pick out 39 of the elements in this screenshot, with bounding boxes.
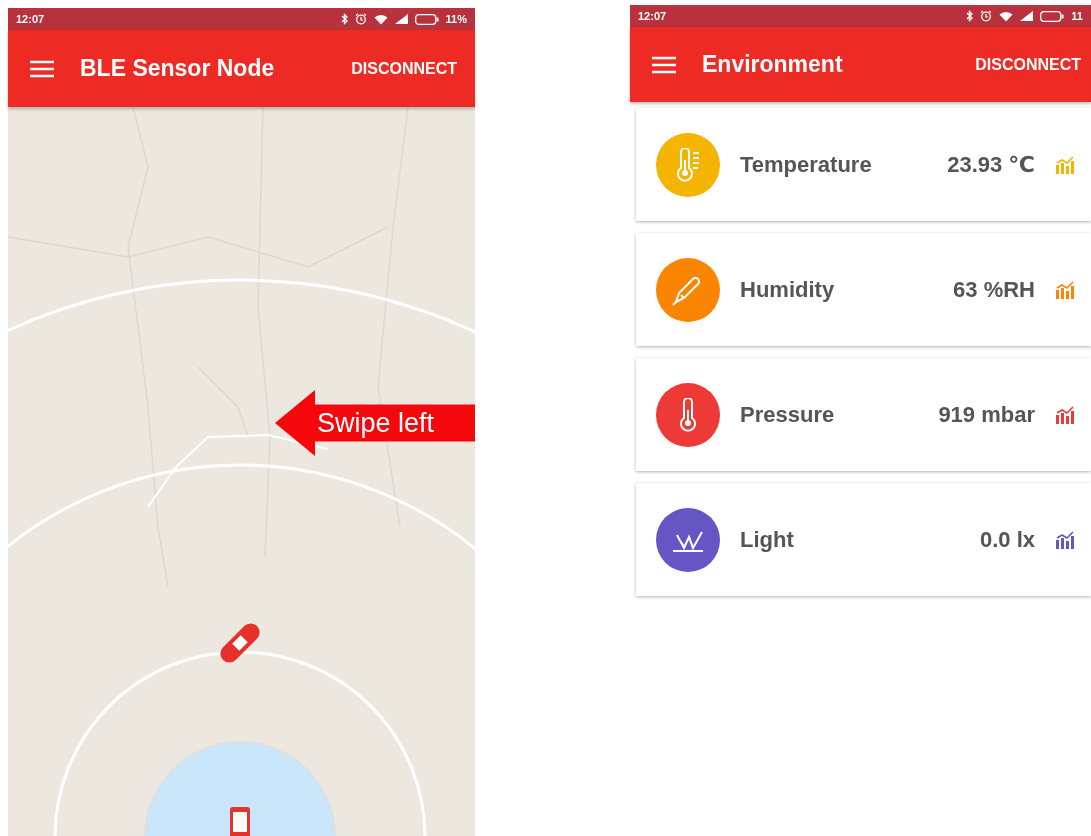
battery-percent: 11 <box>1071 10 1083 22</box>
signal-icon <box>394 14 408 24</box>
status-time: 12:07 <box>638 10 668 22</box>
thermometer-icon <box>674 147 702 182</box>
sensor-value: 919 mbar <box>938 401 1035 428</box>
phone-icon <box>230 807 250 836</box>
status-time: 12:07 <box>16 13 46 25</box>
disconnect-button[interactable]: DISCONNECT <box>349 53 459 84</box>
sensor-value: 63 %RH <box>953 276 1035 303</box>
sensor-name: Light <box>740 526 795 553</box>
signal-icon <box>1020 11 1034 21</box>
bluetooth-icon <box>966 10 974 22</box>
alarm-clock-icon <box>354 13 367 25</box>
sensor-name: Temperature <box>740 151 873 178</box>
battery-icon <box>1040 10 1065 22</box>
menu-icon[interactable] <box>652 55 676 74</box>
disconnect-button[interactable]: DISCONNECT <box>973 49 1083 80</box>
battery-icon <box>414 13 439 25</box>
alarm-clock-icon <box>980 10 993 22</box>
thermometer-icon <box>678 397 698 432</box>
screen-title: Environment <box>702 51 844 78</box>
battery-percent: 11% <box>445 13 467 25</box>
chart-icon[interactable] <box>1055 530 1075 549</box>
swipe-left-callout: Swipe left <box>275 390 475 456</box>
menu-icon[interactable] <box>30 59 54 78</box>
sensor-card[interactable]: Light 0.0 lx <box>636 483 1091 596</box>
chart-icon[interactable] <box>1055 405 1075 424</box>
wifi-icon <box>373 13 388 25</box>
bluetooth-icon <box>340 13 348 25</box>
sensor-card[interactable]: Pressure 919 mbar <box>636 358 1091 471</box>
sensor-value: 23.93 ℃ <box>947 151 1035 178</box>
chart-icon[interactable] <box>1055 280 1075 299</box>
sensor-name: Humidity <box>740 276 836 303</box>
sensor-card[interactable]: Humidity 63 %RH <box>636 233 1091 346</box>
wifi-icon <box>999 10 1014 22</box>
sensor-card[interactable]: Temperature 23.93 ℃ <box>636 108 1091 221</box>
sensor-value: 0.0 lx <box>979 526 1035 553</box>
sensor-name: Pressure <box>740 401 836 428</box>
screen-title: BLE Sensor Node <box>80 55 276 82</box>
